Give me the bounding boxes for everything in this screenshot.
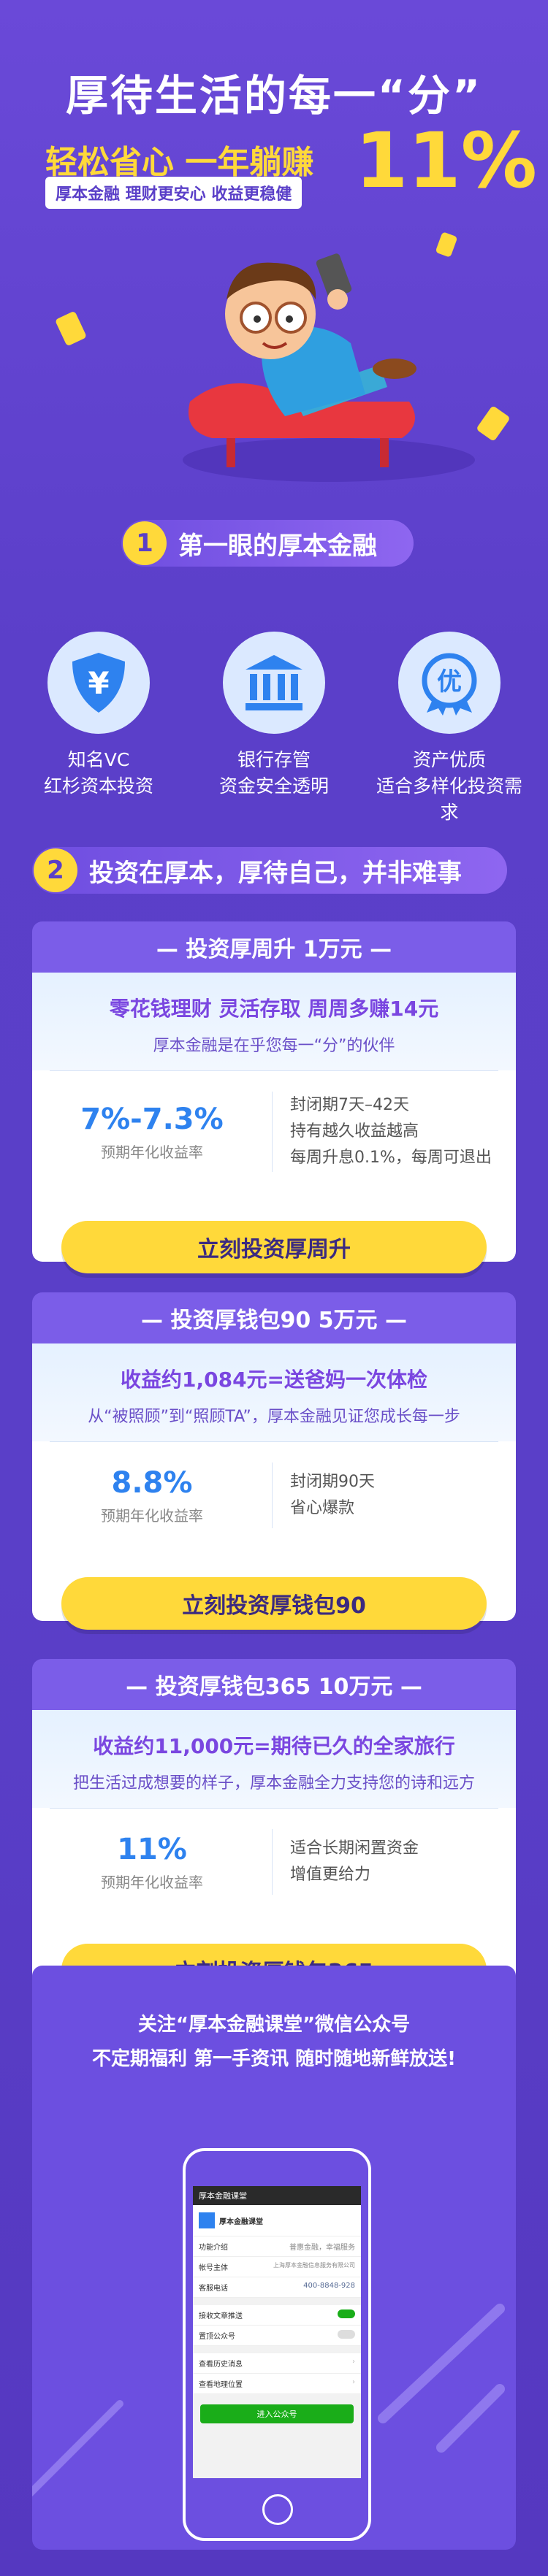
home-button-icon — [262, 2494, 293, 2525]
rate-caption: 预期年化收益率 — [101, 1506, 203, 1525]
account-avatar — [199, 2212, 215, 2228]
section-2-title: 投资在厚本，厚待自己，并非难事 — [89, 858, 462, 888]
card-detail: 持有越久收益越高 — [290, 1122, 419, 1141]
card-promo: 收益约1,084元=送爸妈一次体检 — [120, 1368, 428, 1392]
card-detail: 封闭期90天 — [290, 1473, 375, 1491]
profile-row: 客服电话 400-8848-928 — [193, 2277, 361, 2298]
wechat-header: 厚本金融课堂 — [193, 2186, 361, 2205]
feature-item: 优 资产优质 适合多样化投资需求 — [369, 632, 530, 826]
card-body: 零花钱理财 灵活存取 周周多赚14元 厚本金融是在乎您每一“分”的伙伴 7%-7… — [32, 973, 516, 1273]
phone-mockup: 厚本金融课堂 厚本金融课堂 功能介绍 普惠金融，幸福服务 帐号主体 上海厚本金融信息… — [183, 2148, 371, 2541]
location-row[interactable]: 查看地理位置 › — [193, 2374, 361, 2394]
section-1-heading: 1 第一眼的厚本金融 — [121, 520, 414, 567]
card-body: 收益约1,084元=送爸妈一次体检 从“被照顾”到“照顾TA”，厚本金融见证您成… — [32, 1343, 516, 1630]
rate-caption: 预期年化收益率 — [101, 1143, 203, 1161]
card-detail: 适合长期闲置资金 — [290, 1839, 419, 1858]
expected-rate: 11% — [117, 1832, 187, 1866]
card-detail: 省心爆款 — [290, 1499, 355, 1517]
profile-row: 帐号主体 上海厚本金融信息服务有限公司 — [193, 2257, 361, 2277]
section-2-heading: 2 投资在厚本，厚待自己，并非难事 — [32, 847, 507, 894]
card-detail: 封闭期7天–42天 — [290, 1096, 409, 1114]
section-2-number: 2 — [34, 848, 77, 892]
card-promo: 收益约11,000元=期待已久的全家旅行 — [93, 1734, 455, 1758]
card-detail: 每周升息0.1%，每周可退出 — [290, 1149, 492, 1167]
toggle-off-icon — [338, 2330, 355, 2339]
product-card: — 投资厚周升 1万元 — 零花钱理财 灵活存取 周周多赚14元 厚本金融是在乎… — [32, 921, 516, 1273]
feature-label-2: 适合多样化投资需求 — [376, 775, 522, 823]
account-name: 厚本金融课堂 — [219, 2217, 263, 2226]
section-1-number: 1 — [123, 521, 167, 565]
svg-text:¥: ¥ — [88, 665, 109, 701]
push-toggle-row[interactable]: 接收文章推送 — [193, 2305, 361, 2326]
feature-label-2: 红杉资本投资 — [43, 775, 153, 797]
card-header: — 投资厚周升 1万元 — — [32, 921, 516, 973]
yen-shield-icon: ¥ — [47, 632, 150, 734]
hero-tagline: 厚本金融 理财更安心 收益更稳健 — [45, 177, 302, 209]
card-detail: 增值更给力 — [290, 1866, 371, 1884]
hero-subtitle: 轻松省心 一年躺赚 — [45, 144, 314, 181]
rate-caption: 预期年化收益率 — [101, 1873, 203, 1891]
pin-toggle-row[interactable]: 置顶公众号 — [193, 2326, 361, 2346]
card-header: — 投资厚钱包365 10万元 — — [32, 1659, 516, 1710]
card-body: 收益约11,000元=期待已久的全家旅行 把生活过成想要的样子，厚本金融全力支持… — [32, 1710, 516, 1996]
card-header: — 投资厚钱包90 5万元 — — [32, 1292, 516, 1343]
profile-row: 功能介绍 普惠金融，幸福服务 — [193, 2236, 361, 2257]
feature-label-2: 资金安全透明 — [218, 775, 329, 797]
product-card: — 投资厚钱包365 10万元 — 收益约11,000元=期待已久的全家旅行 把… — [32, 1659, 516, 1996]
hero-banner: 厚待生活的每一“分” 轻松省心 一年躺赚 11% 厚本金融 理财更安心 收益更稳… — [0, 0, 548, 504]
toggle-on-icon — [338, 2309, 355, 2318]
hero-percent: 11% — [355, 116, 537, 205]
quality-badge-char: 优 — [437, 667, 462, 697]
expected-rate: 7%-7.3% — [80, 1102, 224, 1136]
feature-label-1: 银行存管 — [237, 749, 311, 770]
card-note: 从“被照顾”到“照顾TA”，厚本金融见证您成长每一步 — [88, 1408, 460, 1426]
landing-page: 厚待生活的每一“分” 轻松省心 一年躺赚 11% 厚本金融 理财更安心 收益更稳… — [0, 0, 548, 2576]
bank-icon — [223, 632, 325, 734]
card-note: 把生活过成想要的样子，厚本金融全力支持您的诗和远方 — [72, 1774, 475, 1793]
card-promo: 零花钱理财 灵活存取 周周多赚14元 — [109, 997, 439, 1021]
coin-icon — [54, 310, 88, 347]
quality-badge-icon: 优 — [398, 632, 501, 734]
section-1-title: 第一眼的厚本金融 — [178, 531, 377, 561]
relaxing-character-illustration — [183, 253, 475, 482]
card-note: 厚本金融是在乎您每一“分”的伙伴 — [153, 1037, 395, 1055]
feature-item: ¥ 知名VC 红杉资本投资 — [18, 632, 179, 800]
invest-button[interactable]: 立刻投资厚周升 — [61, 1221, 487, 1273]
feature-label-1: 知名VC — [67, 749, 130, 770]
feature-label-1: 资产优质 — [412, 749, 486, 770]
expected-rate: 8.8% — [111, 1465, 193, 1500]
history-row[interactable]: 查看历史消息 › — [193, 2353, 361, 2374]
product-card: — 投资厚钱包90 5万元 — 收益约1,084元=送爸妈一次体检 从“被照顾”… — [32, 1292, 516, 1630]
wechat-follow-panel: 关注“厚本金融课堂”微信公众号 不定期福利 第一手资讯 随时随地新鲜放送! 厚本… — [32, 1966, 516, 2550]
feature-item: 银行存管 资金安全透明 — [194, 632, 354, 800]
invest-button[interactable]: 立刻投资厚钱包90 — [61, 1577, 487, 1630]
phone-screen: 厚本金融课堂 厚本金融课堂 功能介绍 普惠金融，幸福服务 帐号主体 上海厚本金融信息… — [193, 2186, 361, 2478]
hero-title: 厚待生活的每一“分” — [65, 71, 483, 120]
enter-account-button[interactable]: 进入公众号 — [200, 2404, 354, 2423]
